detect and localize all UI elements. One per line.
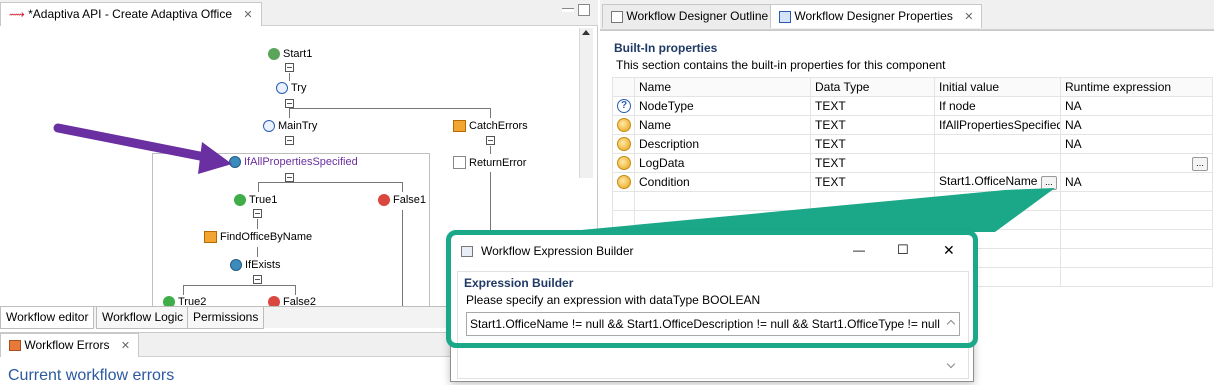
- catch-icon: [453, 120, 466, 132]
- connector-box[interactable]: [285, 136, 294, 145]
- node-try-label: Try: [291, 82, 307, 94]
- errors-tab-title: Workflow Errors: [24, 338, 110, 352]
- scroll-up-icon[interactable]: [582, 30, 590, 35]
- col-name[interactable]: Name: [634, 77, 811, 97]
- tab-workflow-editor[interactable]: Workflow editor: [0, 307, 95, 329]
- node-false1[interactable]: False1: [378, 194, 426, 206]
- table-row[interactable]: Name TEXT IfAllPropertiesSpecified NA: [612, 115, 1213, 135]
- tab-properties[interactable]: Workflow Designer Properties ✕: [770, 4, 983, 28]
- builtin-section-desc: This section contains the built-in prope…: [616, 58, 946, 72]
- branch-line: [183, 285, 296, 286]
- close-icon[interactable]: ✕: [121, 340, 130, 352]
- tab-workflow-logic[interactable]: Workflow Logic: [96, 307, 190, 329]
- properties-icon: [779, 10, 791, 23]
- errors-tab[interactable]: Workflow Errors ✕: [0, 333, 140, 357]
- errors-icon: [9, 340, 21, 352]
- builtin-section-title: Built-In properties: [614, 41, 718, 55]
- node-return-error[interactable]: ReturnError: [453, 156, 526, 169]
- expression-scroll-down-icon[interactable]: [944, 358, 958, 376]
- node-return-error-label: ReturnError: [469, 156, 527, 169]
- node-true1[interactable]: True1: [234, 194, 277, 206]
- table-row[interactable]: Description TEXT NA: [612, 134, 1213, 154]
- branch-line: [290, 108, 491, 109]
- editor-tabbar: ⟿ *Adaptiva API - Create Adaptiva Office…: [0, 0, 598, 26]
- connector-line: [257, 247, 258, 257]
- node-if-exists[interactable]: IfExists: [230, 259, 280, 271]
- errors-heading: Current workflow errors: [8, 367, 175, 384]
- connector-line: [289, 108, 290, 118]
- tab-outline-label: Workflow Designer Outline: [626, 9, 769, 23]
- table-header: Name Data Type Initial value Runtime exp…: [612, 77, 1213, 97]
- ellipsis-button[interactable]: ...: [1192, 157, 1208, 171]
- node-catch-errors-label: CatchErrors: [469, 120, 528, 132]
- node-if-all-properties[interactable]: IfAllPropertiesSpecified: [229, 156, 358, 168]
- connector-line: [258, 182, 259, 192]
- node-if-all-label: IfAllPropertiesSpecified: [244, 156, 358, 168]
- if-icon: [230, 259, 242, 271]
- workflow-icon: ⟿: [9, 9, 25, 21]
- connector-line: [183, 285, 184, 295]
- node-main-try[interactable]: MainTry: [263, 120, 317, 132]
- start-icon: [268, 48, 280, 60]
- table-row[interactable]: ? NodeType TEXT If node NA: [612, 96, 1213, 116]
- outline-icon: [611, 10, 623, 23]
- node-start-label: Start1: [283, 48, 313, 60]
- connector-line: [289, 73, 290, 81]
- connector-box[interactable]: [285, 99, 294, 108]
- connector-box[interactable]: [486, 136, 495, 145]
- highlight-frame: [446, 230, 978, 348]
- node-try[interactable]: Try: [276, 82, 306, 94]
- close-icon[interactable]: ✕: [243, 9, 252, 21]
- minimize-icon[interactable]: [562, 8, 574, 12]
- editor-scrollbar[interactable]: [579, 28, 593, 178]
- node-main-try-label: MainTry: [278, 120, 318, 132]
- connector-line: [257, 219, 258, 229]
- tab-outline[interactable]: Workflow Designer Outline: [602, 4, 778, 28]
- properties-tabbar: Workflow Designer Outline Workflow Desig…: [600, 0, 1214, 30]
- node-find-office[interactable]: FindOfficeByName: [204, 231, 312, 243]
- editor-tab[interactable]: ⟿ *Adaptiva API - Create Adaptiva Office…: [0, 2, 262, 26]
- node-find-office-label: FindOfficeByName: [220, 231, 313, 243]
- editor-tab-title: *Adaptiva API - Create Adaptiva Office: [28, 7, 233, 21]
- connector-box[interactable]: [285, 63, 294, 72]
- col-data-type[interactable]: Data Type: [810, 77, 935, 97]
- check-icon: [234, 194, 246, 206]
- connector-box[interactable]: [253, 209, 262, 218]
- clock-icon: [263, 120, 275, 132]
- node-start[interactable]: Start1: [268, 48, 312, 60]
- node-if-exists-label: IfExists: [245, 259, 281, 271]
- maximize-icon[interactable]: [578, 4, 590, 16]
- annotation-arrow: [53, 123, 232, 174]
- property-icon: [617, 156, 631, 171]
- node-catch-errors[interactable]: CatchErrors: [453, 120, 528, 132]
- connector-line: [490, 146, 491, 154]
- tab-properties-label: Workflow Designer Properties: [794, 9, 953, 23]
- connector-line: [402, 210, 403, 306]
- table-row[interactable]: LogData TEXT ...: [612, 153, 1213, 173]
- node-false1-label: False1: [393, 194, 427, 206]
- tab-permissions[interactable]: Permissions: [187, 307, 265, 329]
- close-icon[interactable]: ✕: [964, 11, 973, 23]
- node-true1-label: True1: [249, 194, 278, 206]
- property-icon: [617, 137, 631, 152]
- connector-line: [295, 285, 296, 295]
- connector-box[interactable]: [285, 173, 294, 182]
- help-icon: ?: [617, 99, 631, 114]
- connector-line: [490, 108, 491, 118]
- task-icon: [204, 231, 217, 243]
- property-icon: [617, 118, 631, 133]
- col-runtime-expression[interactable]: Runtime expression: [1060, 77, 1213, 97]
- connector-line: [402, 182, 403, 192]
- error-icon: [378, 194, 390, 206]
- clock-icon: [276, 82, 288, 94]
- branch-line: [258, 182, 403, 183]
- col-initial-value[interactable]: Initial value: [934, 77, 1061, 97]
- connector-box[interactable]: [253, 275, 262, 284]
- return-icon: [453, 156, 466, 169]
